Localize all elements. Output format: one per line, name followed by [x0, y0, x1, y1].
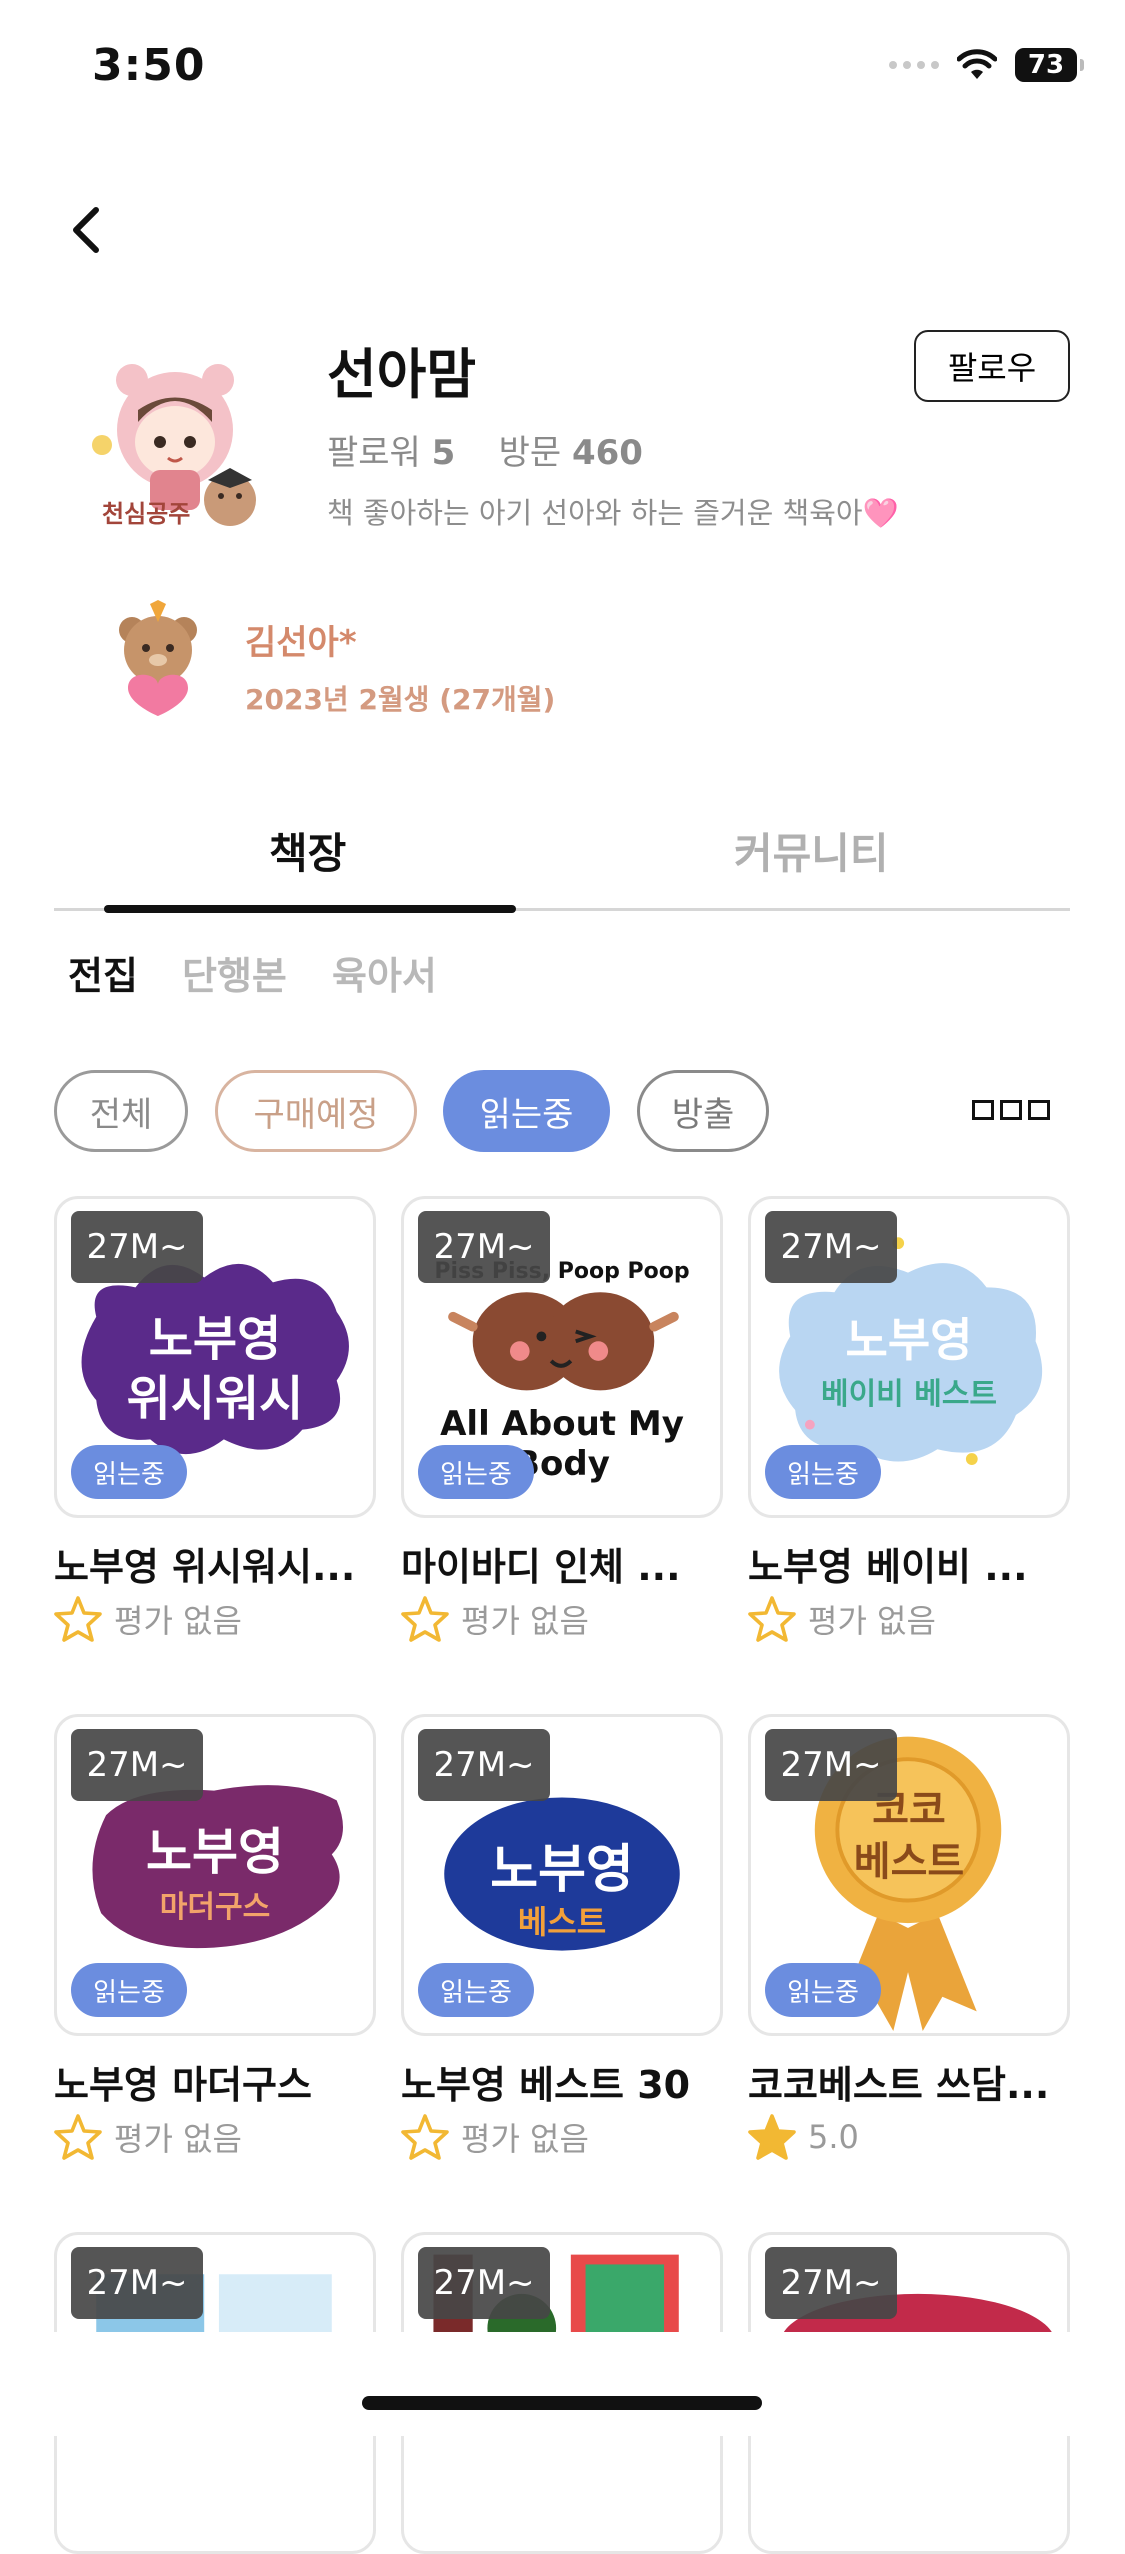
cellular-signal-icon	[889, 61, 939, 69]
back-arrow-icon[interactable]	[60, 200, 120, 260]
book-rating: 평가 없음	[748, 1596, 936, 1642]
book-title[interactable]: 노부영 베스트 30	[401, 2054, 731, 2109]
book-title[interactable]: 노부영 베이비 ...	[748, 1536, 1078, 1591]
cover-subtitle: 베스트	[517, 1903, 607, 1941]
filter-chip-all[interactable]: 전체	[54, 1070, 188, 1152]
rating-text: 평가 없음	[461, 1602, 589, 1640]
star-outline-icon	[54, 1596, 102, 1642]
profile-name: 선아맘	[327, 343, 477, 406]
book-title[interactable]: 노부영 위시워시...	[54, 1536, 384, 1591]
status-icons: 73	[889, 48, 1084, 82]
star-outline-icon	[54, 2114, 102, 2160]
book-card[interactable]: 코코 베스트 27M~ 읽는중	[748, 1714, 1070, 2036]
age-badge: 27M~	[71, 2247, 203, 2319]
book-card[interactable]: 노부영 베이비 베스트 27M~ 읽는중	[748, 1196, 1070, 1518]
subtab-parenting[interactable]: 육아서	[332, 945, 437, 1000]
status-pill: 읽는중	[418, 1963, 534, 2017]
tab-bookshelf[interactable]: 책장	[269, 820, 346, 881]
book-rating: 평가 없음	[401, 2114, 589, 2160]
age-badge: 27M~	[765, 1211, 897, 1283]
rating-text: 평가 없음	[461, 2120, 589, 2158]
bottom-safe-area	[0, 2332, 1125, 2436]
book-rating: 5.0	[748, 2114, 859, 2160]
filter-chip-planned[interactable]: 구매예정	[215, 1070, 417, 1152]
filter-chip-released[interactable]: 방출	[637, 1070, 769, 1152]
battery-icon: 73	[1015, 48, 1084, 82]
age-badge: 27M~	[418, 1211, 550, 1283]
book-card[interactable]: 노부영 마더구스 27M~ 읽는중	[54, 1714, 376, 2036]
star-filled-icon	[748, 2114, 796, 2160]
cover-title: 노부영	[845, 1313, 973, 1367]
filter-chip-reading[interactable]: 읽는중	[443, 1070, 610, 1152]
cover-title: 노부영	[146, 1823, 284, 1881]
rating-text: 평가 없음	[114, 2120, 242, 2158]
child-name: 김선아*	[245, 623, 357, 663]
subtab-single[interactable]: 단행본	[182, 945, 287, 1000]
age-badge: 27M~	[418, 1729, 550, 1801]
age-badge: 27M~	[765, 2247, 897, 2319]
cover-subtitle: 베이비 베스트	[820, 1377, 998, 1412]
rating-text: 평가 없음	[808, 1602, 936, 1640]
profile-stats: 팔로워 5 방문 460	[327, 425, 643, 474]
wifi-icon	[957, 49, 997, 79]
child-birth: 2023년 2월생 (27개월)	[245, 683, 556, 716]
star-outline-icon	[401, 1596, 449, 1642]
rating-text: 평가 없음	[114, 1602, 242, 1640]
status-pill: 읽는중	[765, 1963, 881, 2017]
age-badge: 27M~	[71, 1211, 203, 1283]
status-pill: 읽는중	[418, 1445, 534, 1499]
book-rating: 평가 없음	[54, 1596, 242, 1642]
book-rating: 평가 없음	[54, 2114, 242, 2160]
followers-count: 5	[431, 433, 456, 473]
main-tabs: 책장 커뮤니티	[54, 780, 1070, 913]
cover-title: 노부영	[490, 1840, 634, 1900]
star-outline-icon	[401, 2114, 449, 2160]
profile-bio: 책 좋아하는 아기 선아와 하는 즐거운 책육아🩷	[327, 496, 899, 530]
grid-view-icon[interactable]	[972, 1100, 1050, 1120]
cover-subtitle: 마더구스	[159, 1890, 271, 1925]
status-time: 3:50	[92, 40, 206, 91]
book-card[interactable]: Piss Piss, Poop Poop All About My Body 2…	[401, 1196, 723, 1518]
status-pill: 읽는중	[765, 1445, 881, 1499]
status-pill: 읽는중	[71, 1445, 187, 1499]
book-card[interactable]: 노부영 베스트 27M~ 읽는중	[401, 1714, 723, 2036]
home-indicator[interactable]	[362, 2396, 762, 2410]
tab-indicator	[104, 905, 516, 913]
status-pill: 읽는중	[71, 1963, 187, 2017]
age-badge: 27M~	[765, 1729, 897, 1801]
book-card[interactable]: 노부영 위시워시 27M~ 읽는중	[54, 1196, 376, 1518]
book-rating: 평가 없음	[401, 1596, 589, 1642]
age-badge: 27M~	[71, 1729, 203, 1801]
book-title[interactable]: 코코베스트 쓰담...	[748, 2054, 1078, 2109]
avatar-sticker-text: 천심공주	[102, 500, 190, 528]
profile-avatar: 천심공주	[92, 364, 256, 528]
subtab-set[interactable]: 전집	[68, 945, 138, 1000]
tab-community[interactable]: 커뮤니티	[734, 820, 889, 881]
rating-text: 5.0	[808, 2118, 859, 2156]
visits-label: 방문	[498, 433, 562, 473]
follow-button[interactable]: 팔로우	[914, 330, 1070, 402]
cover-subtitle: 베스트	[853, 1839, 965, 1885]
child-avatar	[119, 600, 197, 716]
age-badge: 27M~	[418, 2247, 550, 2319]
followers-label: 팔로워	[327, 433, 421, 473]
star-outline-icon	[748, 1596, 796, 1642]
cover-subtitle: 위시워시	[126, 1371, 304, 1427]
visits-count: 460	[571, 433, 643, 473]
book-title[interactable]: 마이바디 인체 ...	[401, 1536, 731, 1591]
book-title[interactable]: 노부영 마더구스	[54, 2054, 384, 2109]
